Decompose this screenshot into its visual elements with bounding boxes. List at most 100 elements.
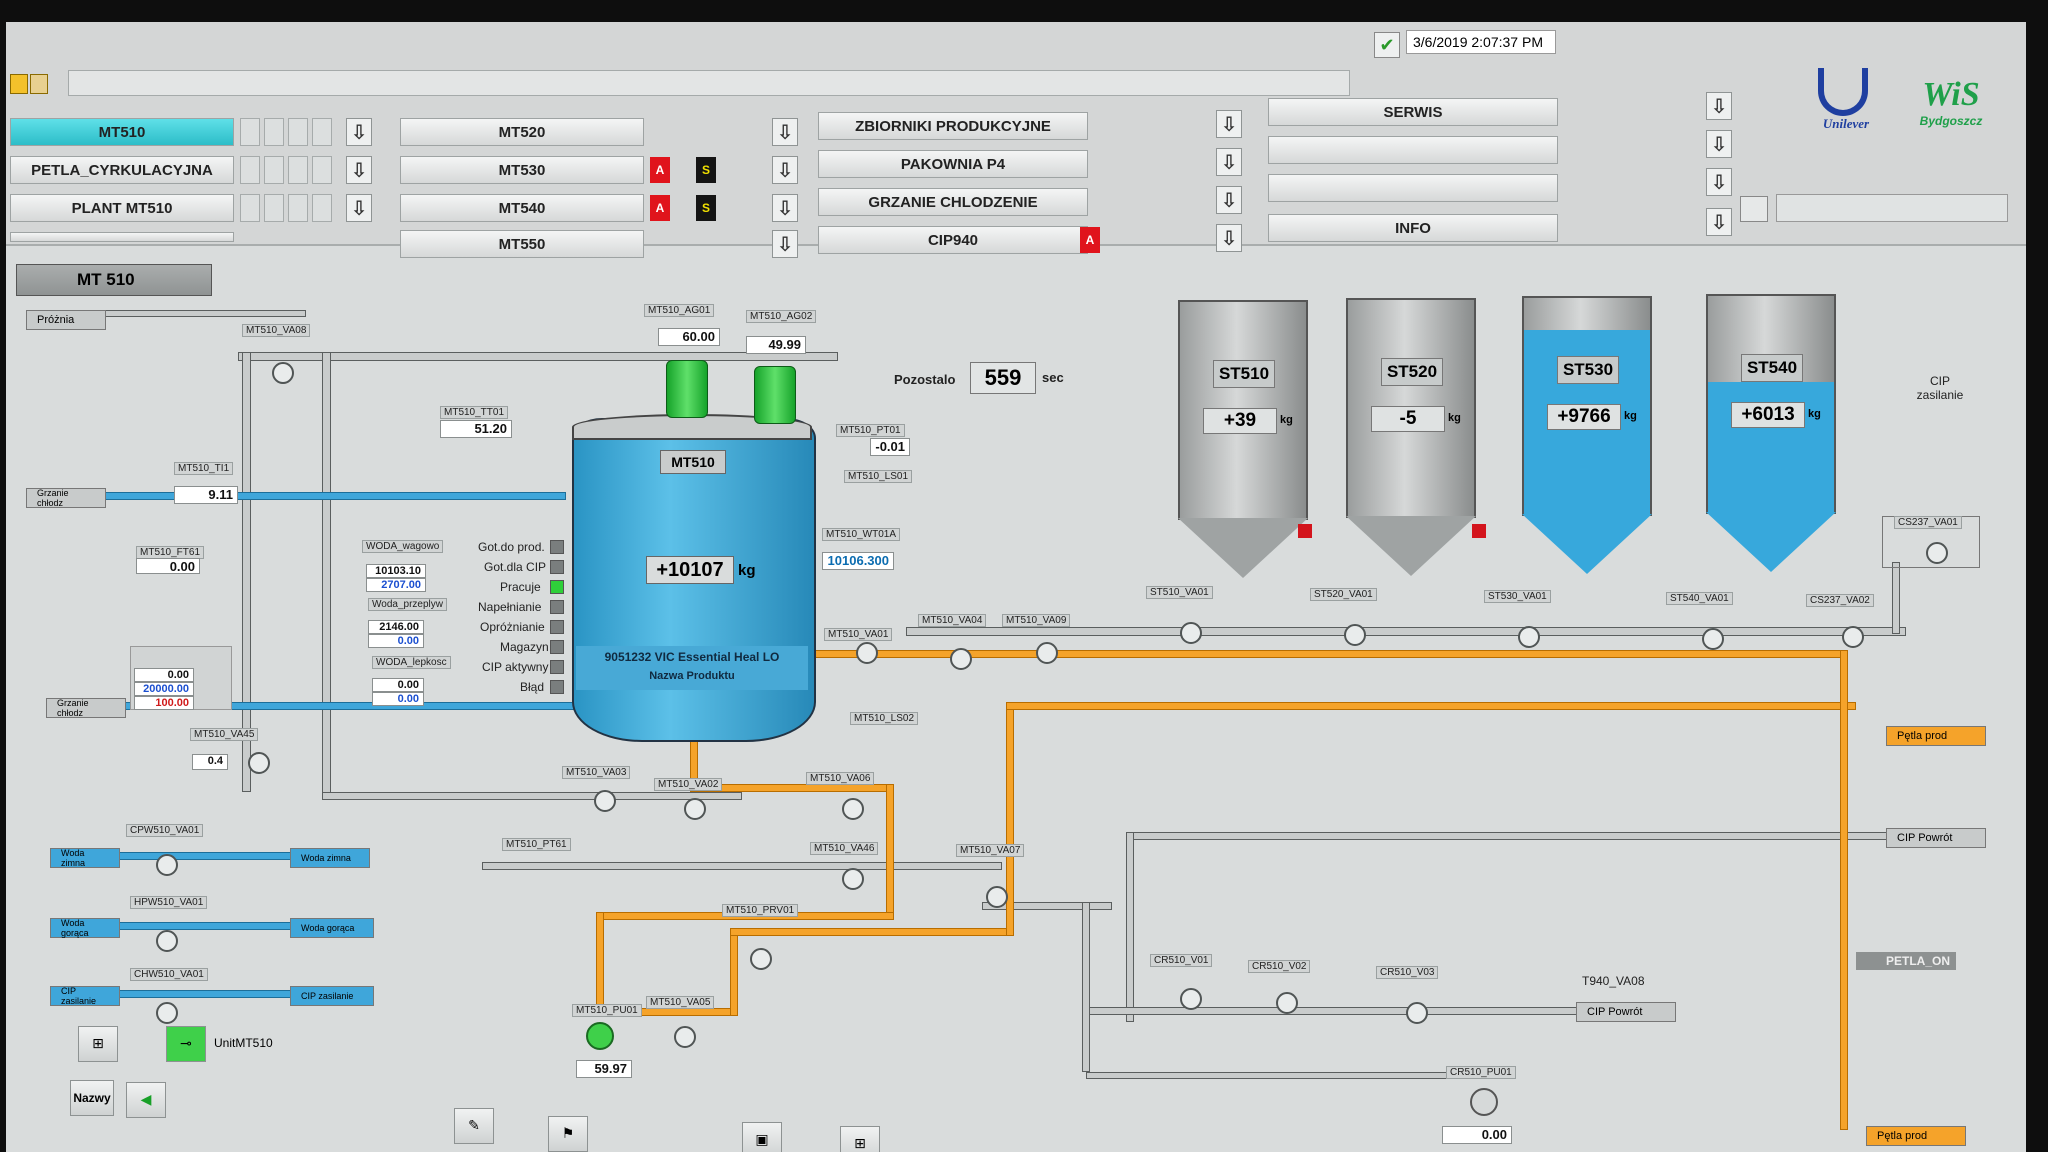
pump-cr-pu01-icon[interactable] [1470,1088,1498,1116]
nav-cip940-arrow-icon[interactable]: ⇩ [1216,224,1242,252]
valve-st520[interactable] [1344,624,1366,646]
valve-st530[interactable] [1518,626,1540,648]
network-icon[interactable]: ⊞ [78,1026,118,1062]
nav-petla-arrow-icon[interactable]: ⇩ [346,156,372,184]
st510-alarm-icon[interactable] [1298,524,1312,538]
tag-prv01: MT510_PRV01 [722,904,799,917]
woda-wagowo-value-1: 10103.10 [366,564,426,578]
valve-va04[interactable] [950,648,972,670]
valve-va09[interactable] [1036,642,1058,664]
valve-va07[interactable] [986,886,1008,908]
report-icon[interactable]: ✎ [454,1108,494,1144]
nav-pakownia-arrow-icon[interactable]: ⇩ [1216,148,1242,176]
valve-va46[interactable] [842,868,864,890]
pump-icon[interactable]: ⊸ [166,1026,206,1062]
nav-plant-mt510-button[interactable]: PLANT MT510 [10,194,234,222]
nav-zbiorniki-button[interactable]: ZBIORNIKI PRODUKCYJNE [818,112,1088,140]
nav-mt520-button[interactable]: MT520 [400,118,644,146]
valve-va02[interactable] [684,798,706,820]
st520-alarm-icon[interactable] [1472,524,1486,538]
valve-cs237-v02[interactable] [1842,626,1864,648]
valve-prv01[interactable] [750,948,772,970]
valve-va03[interactable] [594,790,616,812]
flag-icon[interactable]: ⚑ [548,1116,588,1152]
valve-st540[interactable] [1702,628,1724,650]
silo-name: ST540 [1741,354,1803,382]
nav-cip940-button[interactable]: CIP940 [818,226,1088,254]
t940-label: T940_VA08 [1582,974,1645,988]
agitator-2-icon[interactable] [754,366,796,424]
led-got-cip [550,560,564,574]
valve-cr-v03[interactable] [1406,1002,1428,1024]
wis-logo-text: WiS [1922,76,1980,113]
alarm-icon[interactable] [10,74,28,94]
led-blad [550,680,564,694]
pipe-lower-return [482,862,1002,870]
valve-cs237-v01[interactable] [1926,542,1948,564]
nav-info-button[interactable]: INFO [1268,214,1558,242]
valve-va06[interactable] [842,798,864,820]
mt540-status-badge[interactable]: S [696,195,716,221]
status-pracuje: Pracuje [500,580,541,594]
nav-mt540-button[interactable]: MT540 [400,194,644,222]
nav-mt550-button[interactable]: MT550 [400,230,644,258]
agitator-1-icon[interactable] [666,360,708,418]
nazwy-button[interactable]: Nazwy [70,1080,114,1116]
nav-mt530-button[interactable]: MT530 [400,156,644,184]
nav-plant-arrow-icon[interactable]: ⇩ [346,194,372,222]
pipe-cr-bottom [1086,1072,1486,1079]
nav-blank-button-2[interactable] [1268,174,1558,202]
valve-hpw[interactable] [156,930,178,952]
cip-zas-in-tag: CIP zasilanie [50,986,120,1006]
nav-mt510-button[interactable]: MT510 [10,118,234,146]
led-magazyn [550,640,564,654]
pid-value-3: 100.00 [134,696,194,710]
nav-zbiorniki-arrow-icon[interactable]: ⇩ [1216,110,1242,138]
nav-petla-button[interactable]: PETLA_CYRKULACYJNA [10,156,234,184]
led-pracuje [550,580,564,594]
cip-zas-out-tag: CIP zasilanie [290,986,374,1006]
va45-value: 0.4 [192,754,228,770]
nav-mt550-arrow-icon[interactable]: ⇩ [772,230,798,258]
valve-va05[interactable] [674,1026,696,1048]
mt530-status-badge[interactable]: S [696,157,716,183]
nav-grzanie-button[interactable]: GRZANIE CHLODZENIE [818,188,1088,216]
cip940-alarm-badge[interactable]: A [1080,227,1100,253]
valve-st510[interactable] [1180,622,1202,644]
nav-info-arrow-icon[interactable]: ⇩ [1706,208,1732,236]
cr-pu-value: 0.00 [1442,1126,1512,1144]
nav-serwis-button[interactable]: SERWIS [1268,98,1558,126]
nav-blank-button-1[interactable] [1268,136,1558,164]
nav-serwis-arrow-icon[interactable]: ⇩ [1706,92,1732,120]
valve-cr-v02[interactable] [1276,992,1298,1014]
nav-pakownia-button[interactable]: PAKOWNIA P4 [818,150,1088,178]
pipe-petla-prod [1006,702,1856,710]
valve-cr-v01[interactable] [1180,988,1202,1010]
valve-va45[interactable] [248,752,270,774]
nav-empty-button[interactable] [10,232,234,242]
monitor-icon[interactable]: ▣ [742,1122,782,1152]
nav-mt510-arrow-icon[interactable]: ⇩ [346,118,372,146]
nav-slot [264,156,284,184]
tree-icon[interactable]: ⊞ [840,1126,880,1152]
mt530-alarm-badge[interactable]: A [650,157,670,183]
mt540-alarm-badge[interactable]: A [650,195,670,221]
valve-cpw[interactable] [156,854,178,876]
printer-icon[interactable] [1740,196,1768,222]
valve-va08[interactable] [272,362,294,384]
nav-mt530-arrow-icon[interactable]: ⇩ [772,156,798,184]
petla-on-indicator: PETLA_ON [1856,952,1956,970]
check-icon[interactable]: ✔ [1374,32,1400,58]
nav-blank1-arrow-icon[interactable]: ⇩ [1706,130,1732,158]
horn-icon[interactable] [30,74,48,94]
nav-mt540-arrow-icon[interactable]: ⇩ [772,194,798,222]
valve-va01[interactable] [856,642,878,664]
pipe-prv-left [596,912,604,1012]
tag-chw: CHW510_VA01 [130,968,208,981]
valve-chw[interactable] [156,1002,178,1024]
back-arrow-icon[interactable]: ◀ [126,1082,166,1118]
nav-blank2-arrow-icon[interactable]: ⇩ [1706,168,1732,196]
nav-grzanie-arrow-icon[interactable]: ⇩ [1216,186,1242,214]
pump-pu01-icon[interactable] [586,1022,614,1050]
nav-mt520-arrow-icon[interactable]: ⇩ [772,118,798,146]
